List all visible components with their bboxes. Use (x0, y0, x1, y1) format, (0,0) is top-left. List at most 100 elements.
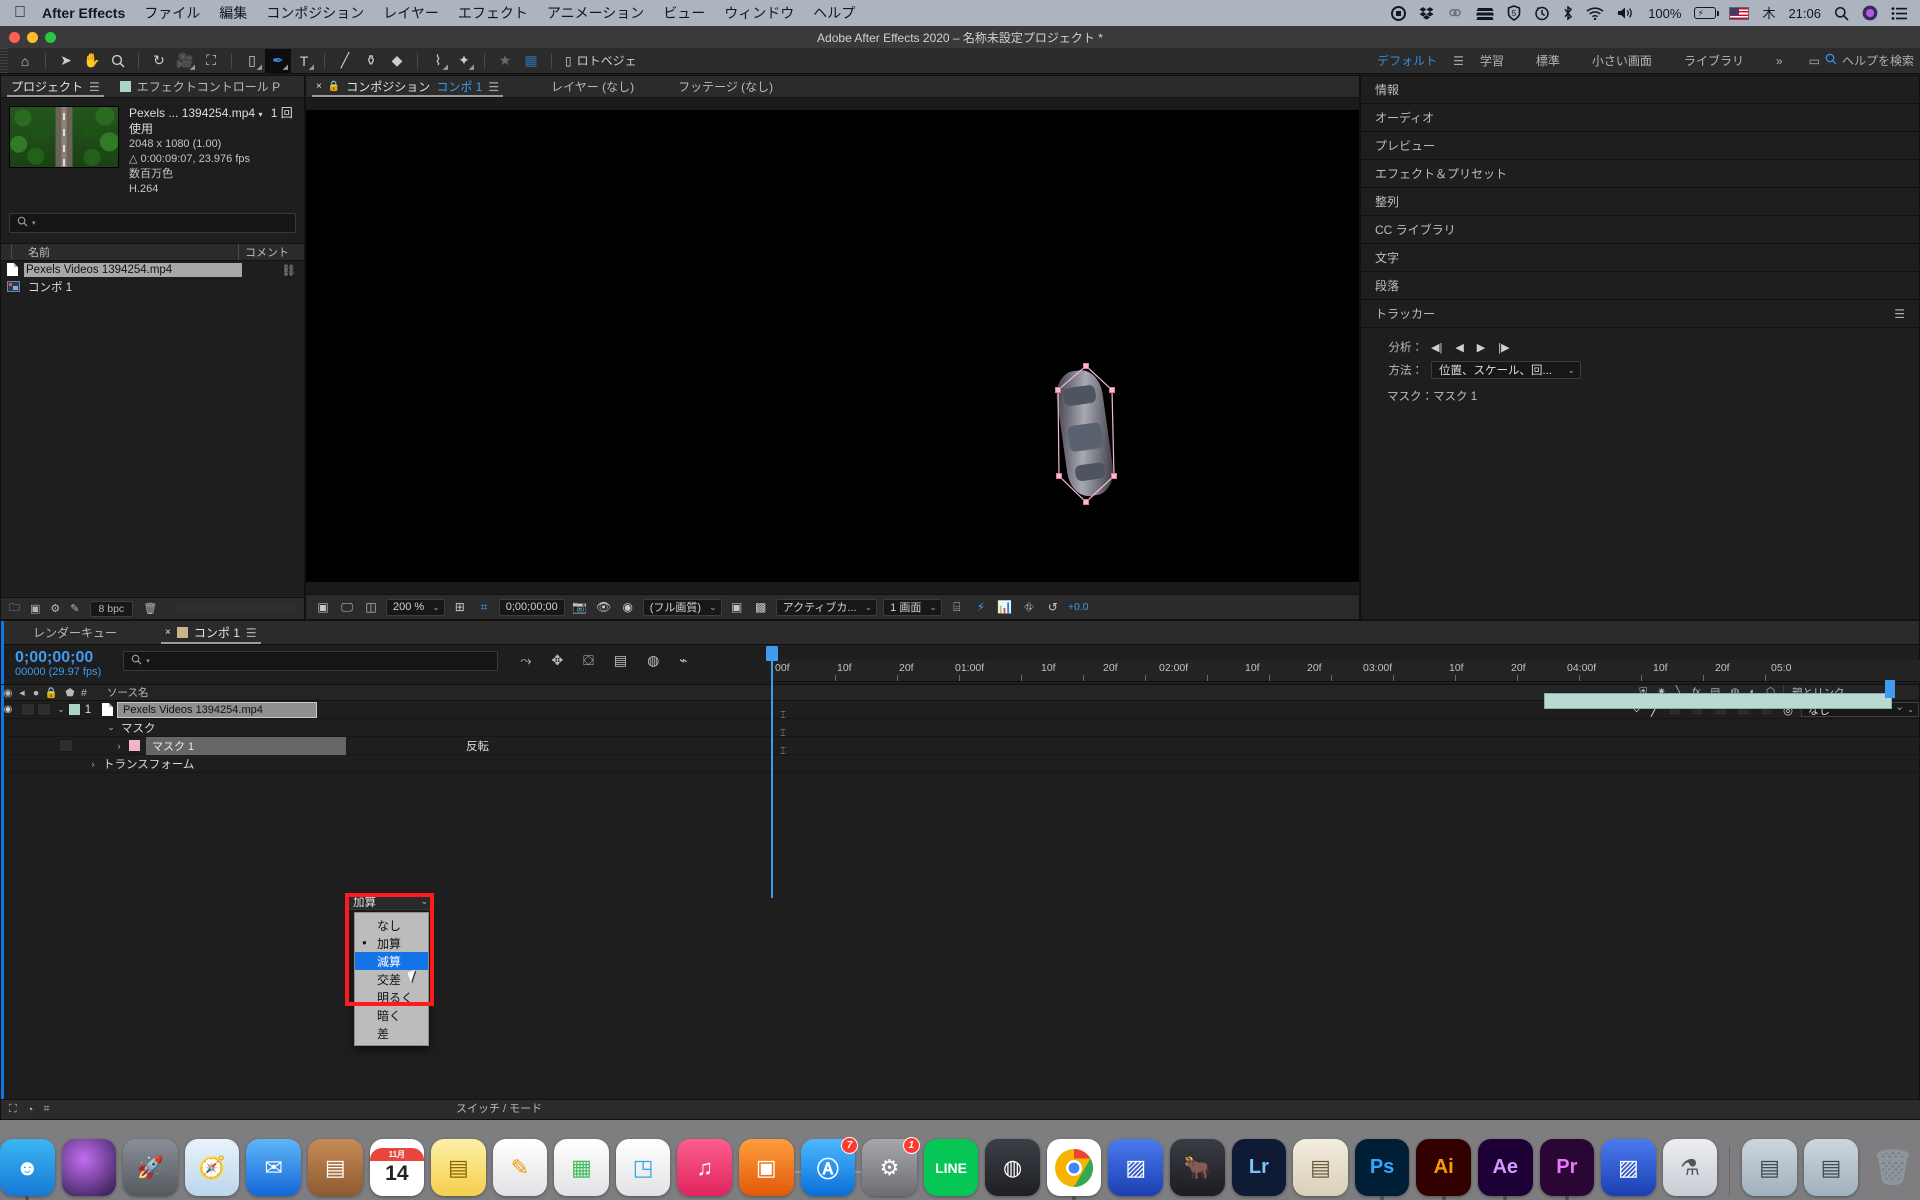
exposure-value[interactable]: +0.0 (1068, 601, 1089, 613)
mask-mode-option-none[interactable]: なし (355, 916, 428, 934)
brush-tool[interactable]: ╱ (332, 49, 358, 73)
mask-vertex[interactable] (1109, 387, 1115, 393)
timeline-search-input[interactable]: ▾ (123, 651, 499, 671)
flowchart-icon[interactable]: ⛗ (1020, 598, 1038, 616)
tab-effect-controls[interactable]: エフェクトコントロール P (110, 76, 290, 97)
close-icon[interactable]: × (316, 81, 322, 92)
home-icon[interactable]: ⌂ (12, 49, 38, 73)
layer-solo-toggle[interactable] (37, 703, 51, 716)
pixel-aspect-correction-icon[interactable]: ⌸ (948, 598, 966, 616)
timeline-mask-row[interactable]: › マスク 1 反転 (1, 736, 1919, 755)
tracker-panel-menu-icon[interactable]: ☰ (1894, 307, 1905, 321)
mask-mode-option-subtract[interactable]: 減算 (355, 952, 428, 970)
search-dropdown-icon[interactable]: ▾ (146, 657, 150, 665)
mask-mode-option-lighten[interactable]: 明るく (355, 988, 428, 1006)
panel-cc-libraries[interactable]: CC ライブラリ (1361, 216, 1919, 244)
window-controls[interactable] (9, 32, 56, 43)
column-name[interactable]: 名前 (11, 244, 238, 260)
maximize-button[interactable] (45, 32, 56, 43)
asset-dropdown-icon[interactable]: ▾ (258, 110, 262, 119)
dock-safari[interactable]: 🧭 (184, 1139, 240, 1196)
menu-edit[interactable]: 編集 (219, 3, 247, 23)
dock-premiere-pro[interactable]: Pr (1539, 1139, 1595, 1200)
dock-trash[interactable]: 🗑 (1865, 1139, 1920, 1196)
layer-source-name[interactable]: Pexels Videos 1394254.mp4 (117, 701, 317, 718)
index-column-header[interactable]: # (81, 687, 97, 699)
timeline-icon[interactable]: 📊 (996, 598, 1014, 616)
tab-layer[interactable]: レイヤー (なし) (541, 76, 644, 97)
dock-chrome[interactable] (1046, 1139, 1102, 1200)
roto-brush-tool[interactable]: ⌇ ◢ (425, 49, 451, 73)
hide-shy-layers-icon[interactable]: ⛋ (583, 652, 594, 669)
tab-comp1[interactable]: × コンポ 1 ☰ (155, 621, 267, 644)
dock-lightroom[interactable]: Lr (1231, 1139, 1287, 1196)
control-center-icon[interactable] (1891, 6, 1908, 20)
timeline-group-masks[interactable]: ⌄ マスク (1, 719, 1919, 737)
panel-audio[interactable]: オーディオ (1361, 104, 1919, 132)
tab-render-queue[interactable]: レンダーキュー (23, 621, 127, 644)
mask-mode-option-add[interactable]: 加算 (355, 934, 428, 952)
masks-expand-arrow[interactable]: ⌄ (105, 722, 117, 733)
dock-contacts[interactable]: ▤ (307, 1139, 363, 1196)
tab-composition[interactable]: × 🔒 コンポジション コンポ 1 ☰ (306, 76, 509, 97)
layer-duration-bar[interactable] (1544, 693, 1892, 709)
input-source-flag-icon[interactable] (1729, 6, 1750, 20)
monitor-icon[interactable]: 🖵 (338, 598, 356, 616)
mask-invert-label[interactable]: 反転 (466, 738, 489, 754)
bit-depth-button[interactable]: 8 bpc (89, 600, 134, 617)
panel-preview[interactable]: プレビュー (1361, 132, 1919, 160)
project-settings-icon[interactable]: ⚙ (50, 602, 60, 615)
dock-keynote[interactable]: ◳ (615, 1139, 671, 1196)
panel-effects-presets[interactable]: エフェクト＆プリセット (1361, 160, 1919, 188)
tab-project[interactable]: プロジェクト ☰ (1, 76, 110, 97)
creative-cloud-icon[interactable] (1447, 5, 1463, 21)
battery-icon[interactable]: ⚡ (1694, 7, 1720, 19)
mask-keyframe-nav-icon[interactable]: ⌶ (780, 710, 786, 721)
menu-composition[interactable]: コンポジション (266, 3, 364, 23)
dock-notebook[interactable]: ▤ (1293, 1139, 1348, 1196)
new-folder-icon[interactable]: 🗀 (9, 599, 20, 618)
dock-alfred[interactable]: ◍ (985, 1139, 1040, 1196)
frame-blending-icon[interactable]: ▤ (614, 652, 627, 669)
sophos-icon[interactable]: 5 (1507, 5, 1521, 21)
reset-exposure-icon[interactable]: ↺ (1044, 598, 1062, 616)
selection-tool[interactable]: ➤ (53, 49, 79, 73)
dock-photoshop[interactable]: Ps (1354, 1139, 1410, 1200)
wifi-icon[interactable] (1586, 6, 1604, 20)
region-of-interest-icon[interactable]: ⌗ (475, 598, 493, 616)
panel-align[interactable]: 整列 (1361, 188, 1919, 216)
fast-preview-icon[interactable]: ⚡ (972, 598, 990, 616)
snapshot-icon[interactable]: 📷 (571, 598, 589, 616)
mask-mode-dropdown[interactable]: 加算 ⌄ なし 加算 減算 交差 明るく 暗く 差 (345, 893, 434, 1046)
draft-3d-icon[interactable]: ✥ (551, 652, 563, 669)
dock-launchpad[interactable]: 🚀 (123, 1139, 178, 1196)
composition-viewer[interactable] (306, 98, 1359, 594)
timemachine-icon[interactable] (1534, 5, 1550, 21)
volume-icon[interactable] (1617, 6, 1635, 20)
grid-options-icon[interactable]: ⊞ (451, 598, 469, 616)
source-name-column-header[interactable]: ソース名 (97, 685, 148, 700)
menu-help[interactable]: ヘルプ (813, 3, 855, 23)
show-snapshot-icon[interactable]: 👁 (595, 598, 613, 616)
siri-icon[interactable] (1862, 5, 1878, 21)
motion-blur-icon[interactable]: ◍ (647, 652, 659, 669)
view-select[interactable]: アクティブカ... ⌄ (775, 598, 878, 616)
project-panel-menu-icon[interactable]: ☰ (89, 80, 100, 94)
mask-vertex[interactable] (1055, 387, 1061, 393)
star-icon[interactable]: ★ (492, 49, 518, 73)
menu-view[interactable]: ビュー (663, 3, 705, 23)
apple-menu-icon[interactable]:  (14, 5, 26, 21)
zoom-tool[interactable] (105, 49, 131, 73)
transform-expand-arrow[interactable]: › (87, 759, 99, 769)
menu-effect[interactable]: エフェクト (458, 3, 528, 23)
shape-tool[interactable]: ▯ ◢ (239, 49, 265, 73)
workspace-learn[interactable]: 学習 (1464, 52, 1520, 69)
panel-paragraph[interactable]: 段落 (1361, 272, 1919, 300)
dock-media-encoder[interactable]: ▨ (1601, 1139, 1656, 1196)
comp-time-field[interactable]: 0;00;00;00 (498, 598, 565, 616)
frame-render-time-icon[interactable]: ◔ (27, 1104, 34, 1116)
layer-expand-arrow[interactable]: ⌄ (55, 704, 67, 715)
dock-app-store[interactable]: Ⓐ 7 (800, 1137, 859, 1196)
new-comp-icon[interactable]: ▣ (30, 602, 40, 615)
search-dropdown-icon[interactable]: ▾ (32, 219, 36, 227)
